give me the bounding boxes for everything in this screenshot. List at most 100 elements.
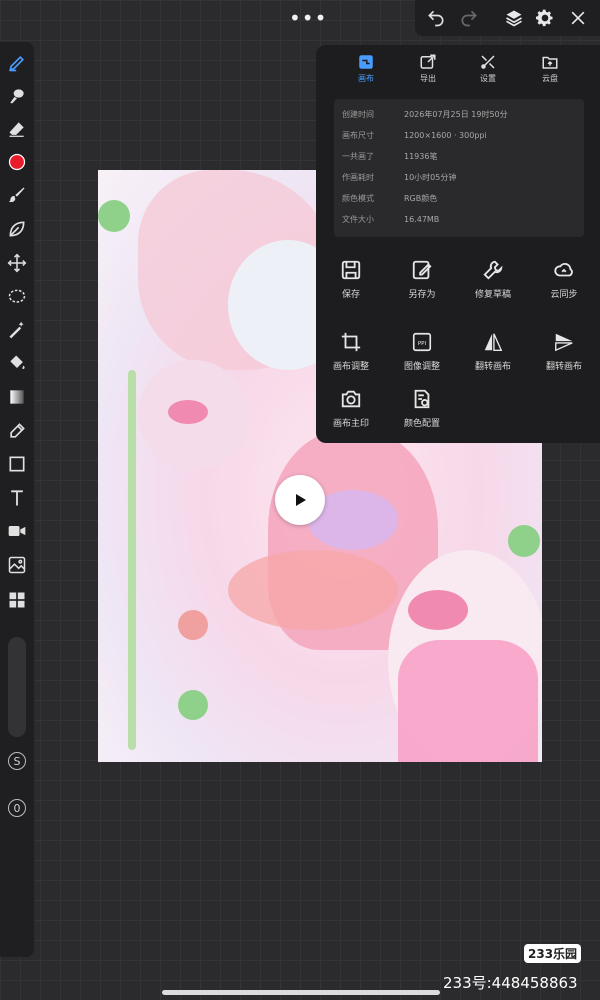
save-as-button[interactable]: 另存为: [387, 259, 457, 300]
home-indicator[interactable]: [162, 990, 440, 995]
gear-icon: [536, 9, 553, 27]
info-row-file-size: 文件大小 16.47MB: [342, 214, 582, 225]
tab-export[interactable]: 导出: [398, 53, 458, 93]
tab-label: 导出: [420, 74, 436, 83]
paint-bucket-icon: [10, 355, 25, 370]
brush-size-slider[interactable]: [8, 637, 26, 737]
svg-text:PPI: PPI: [418, 341, 427, 347]
pen-tool[interactable]: [6, 52, 28, 74]
materials-tool[interactable]: [6, 589, 28, 611]
info-key: 画布尺寸: [342, 131, 374, 140]
move-arrows-icon: [7, 253, 27, 273]
transform-tool[interactable]: [6, 252, 28, 274]
info-key: 一共画了: [342, 152, 374, 161]
smudge-icon: [10, 89, 24, 104]
image-import-tool[interactable]: [6, 554, 28, 576]
info-value: 10小时05分钟: [404, 173, 457, 182]
shape-tool[interactable]: [6, 453, 28, 475]
action-label: 画布调整: [332, 362, 369, 372]
fill-bucket-tool[interactable]: [6, 352, 28, 374]
opacity-indicator[interactable]: 0: [8, 799, 26, 817]
top-toolbar: [415, 0, 600, 36]
upside-eyes-shape: [408, 590, 468, 630]
save-icon: [341, 260, 361, 280]
eraser-tool[interactable]: [6, 118, 28, 140]
play-icon: [296, 494, 306, 506]
play-button[interactable]: [275, 475, 325, 525]
text-tool[interactable]: [6, 487, 28, 509]
action-label: 图像调整: [403, 362, 440, 372]
action-label: 云同步: [550, 290, 578, 300]
tab-label: 设置: [480, 74, 496, 83]
action-label: 翻转画布: [545, 362, 582, 372]
flip-vertical-button[interactable]: 翻转画布: [529, 331, 599, 372]
info-row-strokes: 一共画了 11936笔: [342, 151, 582, 162]
action-label: 保存: [341, 290, 360, 300]
cloud-sync-button[interactable]: 云同步: [529, 259, 599, 300]
info-key: 作画耗时: [342, 173, 374, 182]
redo-button[interactable]: [456, 6, 482, 30]
video-camera-icon: [8, 526, 26, 536]
info-row-created: 创建时间 2026年07月25日 19时50分: [342, 109, 582, 120]
layers-button[interactable]: [501, 6, 527, 30]
layers-icon: [506, 10, 522, 27]
size-indicator[interactable]: S: [8, 752, 26, 770]
eyedropper-tool[interactable]: [6, 420, 28, 442]
tab-label: 云盘: [542, 74, 558, 83]
color-profile-icon: [414, 389, 430, 409]
color-picker[interactable]: [6, 151, 28, 173]
eraser-icon: [9, 122, 24, 137]
info-value: RGB颜色: [404, 194, 438, 203]
tab-cloud-drive[interactable]: 云盘: [520, 53, 580, 93]
eyes-shape: [168, 400, 208, 424]
clover-shape-3: [178, 690, 208, 720]
flip-vertical-icon: [555, 333, 573, 352]
repair-draft-button[interactable]: 修复草稿: [458, 259, 528, 300]
info-row-size: 画布尺寸 1200×1600 · 300ppi: [342, 130, 582, 141]
magic-wand-tool[interactable]: [6, 319, 28, 341]
action-label: 画布主印: [332, 419, 369, 429]
redo-icon: [461, 10, 477, 27]
image-adjust-button[interactable]: PPI 图像调整: [387, 331, 457, 372]
info-key: 颜色模式: [342, 194, 374, 203]
info-row-time: 作画耗时 10小时05分钟: [342, 172, 582, 183]
canvas-icon: [359, 55, 373, 69]
info-value: 16.47MB: [404, 215, 440, 224]
clover-shape: [98, 200, 130, 232]
video-tool[interactable]: [6, 520, 28, 542]
save-as-icon: [412, 260, 432, 280]
cloud-sync-icon: [554, 262, 573, 277]
rectangle-icon: [9, 456, 25, 472]
crop-icon: [341, 332, 361, 352]
flower-shape: [178, 610, 208, 640]
grid-blocks-icon: [9, 592, 25, 608]
watermark-id: 233号:448458863: [443, 974, 578, 992]
lasso-select-tool[interactable]: [6, 286, 28, 308]
gradient-tool[interactable]: [6, 386, 28, 408]
undo-button[interactable]: [423, 6, 449, 30]
info-row-color-mode: 颜色模式 RGB颜色: [342, 193, 582, 204]
save-button[interactable]: 保存: [316, 259, 386, 300]
close-button[interactable]: [565, 6, 591, 30]
left-toolbar: S 0: [0, 42, 34, 957]
canvas-info-box: 创建时间 2026年07月25日 19时50分 画布尺寸 1200×1600 · 3…: [334, 99, 584, 237]
watermark-logo: 233乐园: [524, 944, 582, 963]
color-profile-button[interactable]: 颜色配置: [387, 388, 457, 429]
canvas-watermark-button[interactable]: 画布主印: [316, 388, 386, 429]
camera-icon: [341, 390, 361, 408]
action-label: 翻转画布: [474, 362, 511, 372]
settings-button[interactable]: [532, 6, 558, 30]
flip-horizontal-button[interactable]: 翻转画布: [458, 331, 528, 372]
canvas-adjust-button[interactable]: 画布调整: [316, 331, 386, 372]
tab-canvas[interactable]: 画布: [336, 53, 396, 93]
skirt-shape: [228, 550, 398, 630]
leaf-brush-tool[interactable]: [6, 218, 28, 240]
smudge-tool[interactable]: [6, 85, 28, 107]
pen-icon: [9, 55, 25, 72]
info-value: 11936笔: [404, 152, 438, 161]
tab-settings[interactable]: 设置: [458, 53, 518, 93]
more-menu-dots[interactable]: •••: [289, 6, 327, 30]
brush-tool[interactable]: [6, 184, 28, 206]
magic-wand-icon: [9, 321, 24, 339]
export-icon: [420, 54, 436, 69]
